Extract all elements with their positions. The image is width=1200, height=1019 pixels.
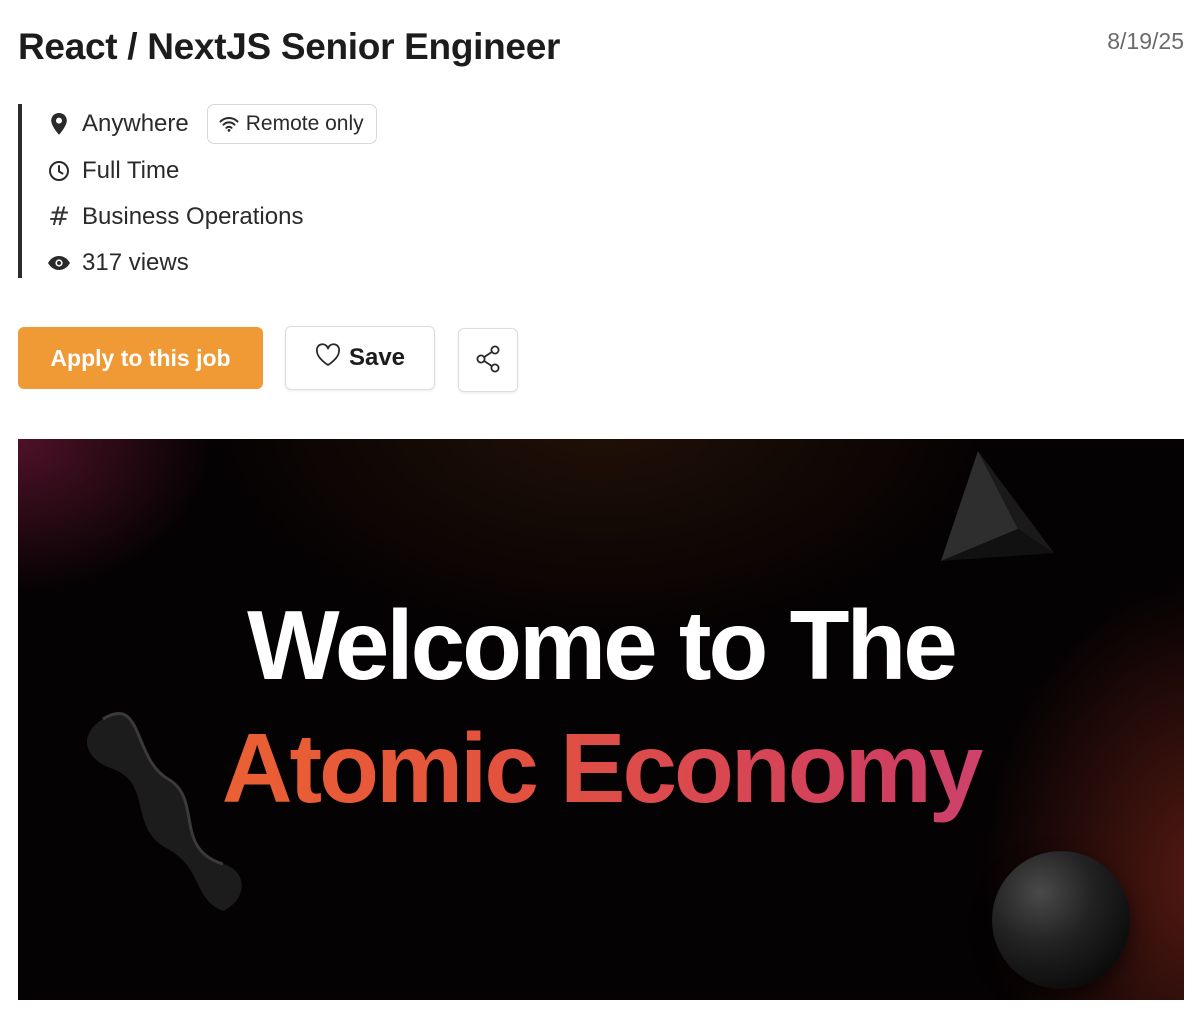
pyramid-shape xyxy=(941,451,1054,561)
share-icon xyxy=(474,344,502,377)
eye-icon xyxy=(46,250,72,276)
save-button-label: Save xyxy=(348,344,406,371)
banner-headline: Welcome to The xyxy=(247,590,958,700)
heart-icon xyxy=(315,342,341,374)
category-text: Business Operations xyxy=(82,203,304,230)
share-button[interactable] xyxy=(458,328,518,392)
hash-icon: # xyxy=(48,202,70,232)
location-text: Anywhere xyxy=(82,110,189,137)
meta-employment-type: Full Time xyxy=(46,154,179,188)
remote-badge-label: Remote only xyxy=(245,112,364,135)
job-title: React / NextJS Senior Engineer xyxy=(18,26,561,67)
job-header: React / NextJS Senior Engineer 8/19/25 xyxy=(18,22,1184,82)
meta-category: # Business Operations xyxy=(46,200,303,234)
employment-type-text: Full Time xyxy=(82,157,180,184)
save-button[interactable]: Save xyxy=(285,326,435,390)
map-pin-icon xyxy=(46,111,72,137)
sphere-shape xyxy=(992,851,1130,989)
job-posting-page: React / NextJS Senior Engineer 8/19/25 A… xyxy=(0,0,1200,1019)
job-meta-list: Anywhere Remote only Full Time # Busines… xyxy=(18,104,438,278)
meta-views: 317 views xyxy=(46,246,189,280)
company-banner-image: Welcome to The Atomic Economy xyxy=(18,439,1184,1000)
banner-subheadline: Atomic Economy xyxy=(18,712,1184,825)
posted-date: 8/19/25 xyxy=(1107,28,1184,54)
meta-location: Anywhere Remote only xyxy=(46,104,377,144)
clock-icon xyxy=(46,158,72,184)
wifi-icon xyxy=(218,113,240,135)
remote-badge: Remote only xyxy=(206,104,377,144)
apply-button[interactable]: Apply to this job xyxy=(18,327,263,389)
views-text: 317 views xyxy=(82,249,189,276)
